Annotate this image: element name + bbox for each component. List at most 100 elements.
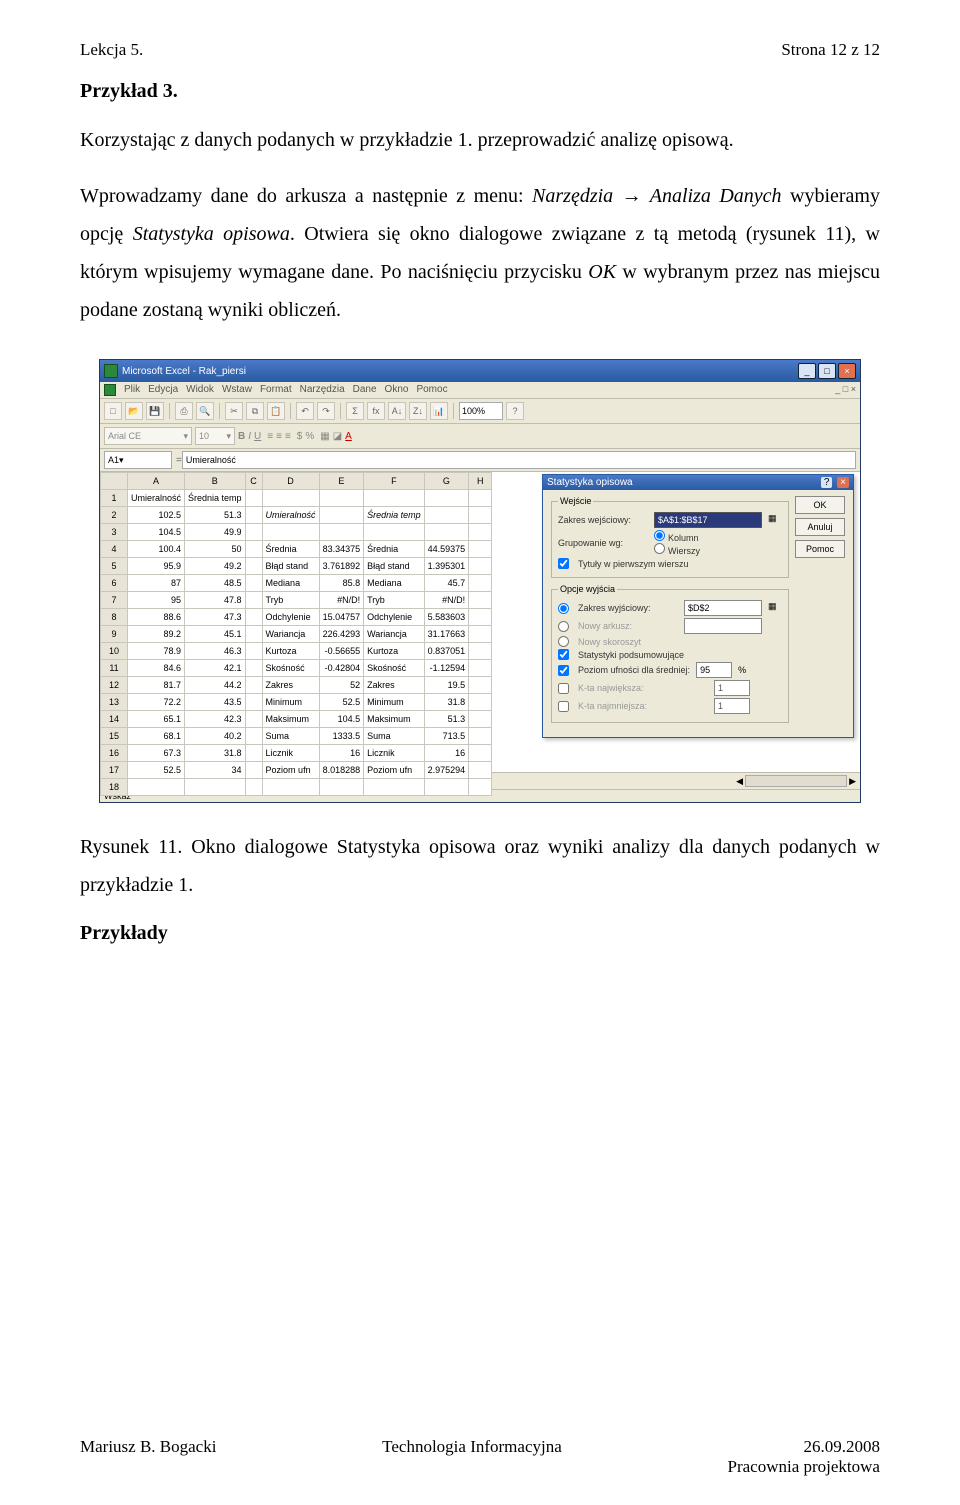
cell[interactable] xyxy=(245,660,262,677)
cell[interactable]: 8.018288 xyxy=(319,762,364,779)
fontcolor-icon[interactable]: A xyxy=(345,431,352,442)
input-confidence[interactable] xyxy=(696,662,732,678)
cell[interactable]: Wariancja xyxy=(364,626,425,643)
cell[interactable]: 68.1 xyxy=(128,728,185,745)
cell[interactable] xyxy=(128,779,185,796)
cell[interactable] xyxy=(245,558,262,575)
cell[interactable]: Skośność xyxy=(262,660,319,677)
cell[interactable]: Zakres xyxy=(364,677,425,694)
cell[interactable]: #N/D! xyxy=(319,592,364,609)
cell[interactable]: Wariancja xyxy=(262,626,319,643)
help-button[interactable]: Pomoc xyxy=(795,540,845,558)
col-c[interactable]: C xyxy=(245,473,262,490)
dialog-close-icon[interactable]: × xyxy=(837,477,849,488)
cell[interactable]: 51.3 xyxy=(185,507,246,524)
cell[interactable] xyxy=(424,524,469,541)
spreadsheet[interactable]: A B C D E F G H 1UmieralnośćŚrednia temp… xyxy=(100,472,492,796)
borders-icon[interactable]: ▦ xyxy=(320,431,329,442)
row-header[interactable]: 18 xyxy=(101,779,128,796)
row-header[interactable]: 13 xyxy=(101,694,128,711)
cell[interactable] xyxy=(469,609,492,626)
outrange-picker-icon[interactable]: ▦ xyxy=(768,601,782,615)
name-box[interactable]: A1 ▾ xyxy=(104,451,172,469)
col-e[interactable]: E xyxy=(319,473,364,490)
range-picker-icon[interactable]: ▦ xyxy=(768,513,782,527)
cell[interactable] xyxy=(469,575,492,592)
cell[interactable]: 42.3 xyxy=(185,711,246,728)
cell[interactable] xyxy=(469,524,492,541)
cell[interactable]: Suma xyxy=(262,728,319,745)
menu-format[interactable]: Format xyxy=(260,384,292,396)
cell[interactable]: 19.5 xyxy=(424,677,469,694)
cell[interactable]: 31.17663 xyxy=(424,626,469,643)
cell[interactable]: Odchylenie xyxy=(364,609,425,626)
cell[interactable] xyxy=(469,592,492,609)
cell[interactable]: 42.1 xyxy=(185,660,246,677)
cell[interactable] xyxy=(364,490,425,507)
cell[interactable]: Minimum xyxy=(262,694,319,711)
cell[interactable]: 65.1 xyxy=(128,711,185,728)
chart-icon[interactable]: 📊 xyxy=(430,402,448,420)
cell[interactable] xyxy=(245,541,262,558)
row-header[interactable]: 12 xyxy=(101,677,128,694)
cell[interactable]: Poziom ufn xyxy=(262,762,319,779)
fx-icon[interactable]: fx xyxy=(367,402,385,420)
cell[interactable]: 51.3 xyxy=(424,711,469,728)
cell[interactable] xyxy=(469,694,492,711)
menu-wstaw[interactable]: Wstaw xyxy=(222,384,252,396)
cell[interactable]: -1.12594 xyxy=(424,660,469,677)
hscrollbar[interactable] xyxy=(745,775,847,787)
checkbox-confidence[interactable] xyxy=(558,665,569,676)
close-button[interactable]: × xyxy=(838,363,856,379)
cell[interactable]: 95 xyxy=(128,592,185,609)
row-header[interactable]: 4 xyxy=(101,541,128,558)
cell[interactable]: 88.6 xyxy=(128,609,185,626)
cell[interactable]: 34 xyxy=(185,762,246,779)
cell[interactable]: 83.34375 xyxy=(319,541,364,558)
cell[interactable]: 44.2 xyxy=(185,677,246,694)
cell[interactable]: 87 xyxy=(128,575,185,592)
cell[interactable]: 50 xyxy=(185,541,246,558)
col-b[interactable]: B xyxy=(185,473,246,490)
row-header[interactable]: 8 xyxy=(101,609,128,626)
cell[interactable]: 40.2 xyxy=(185,728,246,745)
cell[interactable] xyxy=(469,779,492,796)
row-header[interactable]: 17 xyxy=(101,762,128,779)
cell[interactable]: 104.5 xyxy=(128,524,185,541)
cell[interactable] xyxy=(245,677,262,694)
cell[interactable]: 67.3 xyxy=(128,745,185,762)
dialog-help-icon[interactable]: ? xyxy=(821,477,833,488)
row-header[interactable]: 16 xyxy=(101,745,128,762)
minimize-button[interactable]: _ xyxy=(798,363,816,379)
menu-dane[interactable]: Dane xyxy=(353,384,377,396)
cell[interactable]: Minimum xyxy=(364,694,425,711)
row-header[interactable]: 9 xyxy=(101,626,128,643)
checkbox-summary[interactable] xyxy=(558,649,569,660)
radio-newbook[interactable] xyxy=(558,636,569,647)
cell[interactable]: 45.7 xyxy=(424,575,469,592)
cell[interactable] xyxy=(364,779,425,796)
cell[interactable] xyxy=(469,745,492,762)
font-select[interactable]: Arial CE▾ xyxy=(104,427,192,445)
cell[interactable] xyxy=(245,711,262,728)
cell[interactable] xyxy=(262,779,319,796)
percent-icon[interactable]: % xyxy=(305,431,314,442)
cell[interactable]: 104.5 xyxy=(319,711,364,728)
row-header[interactable]: 7 xyxy=(101,592,128,609)
col-a[interactable]: A xyxy=(128,473,185,490)
cell[interactable]: 43.5 xyxy=(185,694,246,711)
cell[interactable]: 16 xyxy=(424,745,469,762)
cell[interactable]: 45.1 xyxy=(185,626,246,643)
cell[interactable]: Tryb xyxy=(262,592,319,609)
hscroll-right-icon[interactable]: ▶ xyxy=(849,776,856,787)
cell[interactable]: 0.837051 xyxy=(424,643,469,660)
menu-widok[interactable]: Widok xyxy=(186,384,214,396)
cell[interactable] xyxy=(245,490,262,507)
cell[interactable]: 72.2 xyxy=(128,694,185,711)
cell[interactable]: 1333.5 xyxy=(319,728,364,745)
cell[interactable]: 47.8 xyxy=(185,592,246,609)
cell[interactable]: 95.9 xyxy=(128,558,185,575)
cell[interactable]: 48.5 xyxy=(185,575,246,592)
row-header[interactable]: 15 xyxy=(101,728,128,745)
cell[interactable]: 226.4293 xyxy=(319,626,364,643)
